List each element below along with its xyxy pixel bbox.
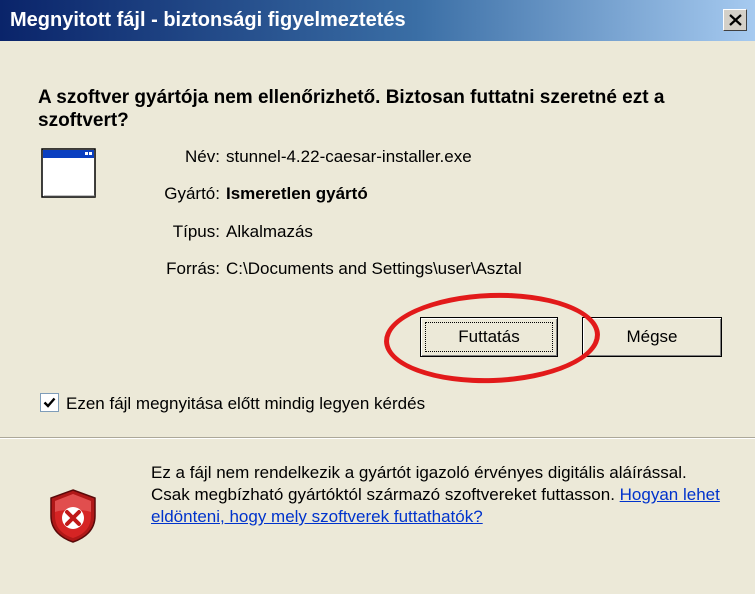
always-ask-label[interactable]: Ezen fájl megnyitása előtt mindig legyen… <box>66 394 425 414</box>
source-label: Forrás: <box>166 259 220 278</box>
run-button[interactable]: Futtatás <box>420 317 558 357</box>
cancel-button[interactable]: Mégse <box>582 317 722 357</box>
close-button[interactable] <box>723 9 747 31</box>
type-value: Alkalmazás <box>226 222 313 241</box>
source-value: C:\Documents and Settings\user\Asztal <box>226 259 522 278</box>
application-window-icon <box>41 148 96 198</box>
source-row: Forrás: C:\Documents and Settings\user\As… <box>120 259 522 279</box>
warning-message: Ez a fájl nem rendelkezik a gyártót igaz… <box>151 463 687 504</box>
warning-text: Ez a fájl nem rendelkezik a gyártót igaz… <box>151 462 726 528</box>
publisher-value: Ismeretlen gyártó <box>226 184 368 203</box>
close-icon <box>729 14 742 26</box>
security-warning-dialog: Megnyitott fájl - biztonsági figyelmezte… <box>0 0 755 594</box>
focus-rect <box>425 322 553 352</box>
divider <box>0 437 755 439</box>
file-name-row: Név: stunnel-4.22-caesar-installer.exe <box>120 147 472 167</box>
security-shield-icon <box>50 489 96 543</box>
checkmark-icon <box>43 397 56 408</box>
type-label: Típus: <box>172 222 220 241</box>
publisher-label: Gyártó: <box>164 184 220 203</box>
always-ask-checkbox[interactable] <box>40 393 59 412</box>
file-name-label: Név: <box>185 147 220 166</box>
question-text: A szoftver gyártója nem ellenőrizhető. B… <box>38 87 665 131</box>
publisher-row: Gyártó: Ismeretlen gyártó <box>120 184 368 204</box>
type-row: Típus: Alkalmazás <box>120 222 313 242</box>
cancel-button-label: Mégse <box>626 327 678 346</box>
title-bar[interactable]: Megnyitott fájl - biztonsági figyelmezte… <box>0 0 755 41</box>
file-name-value: stunnel-4.22-caesar-installer.exe <box>226 147 472 166</box>
dialog-title: Megnyitott fájl - biztonsági figyelmezte… <box>10 9 406 31</box>
